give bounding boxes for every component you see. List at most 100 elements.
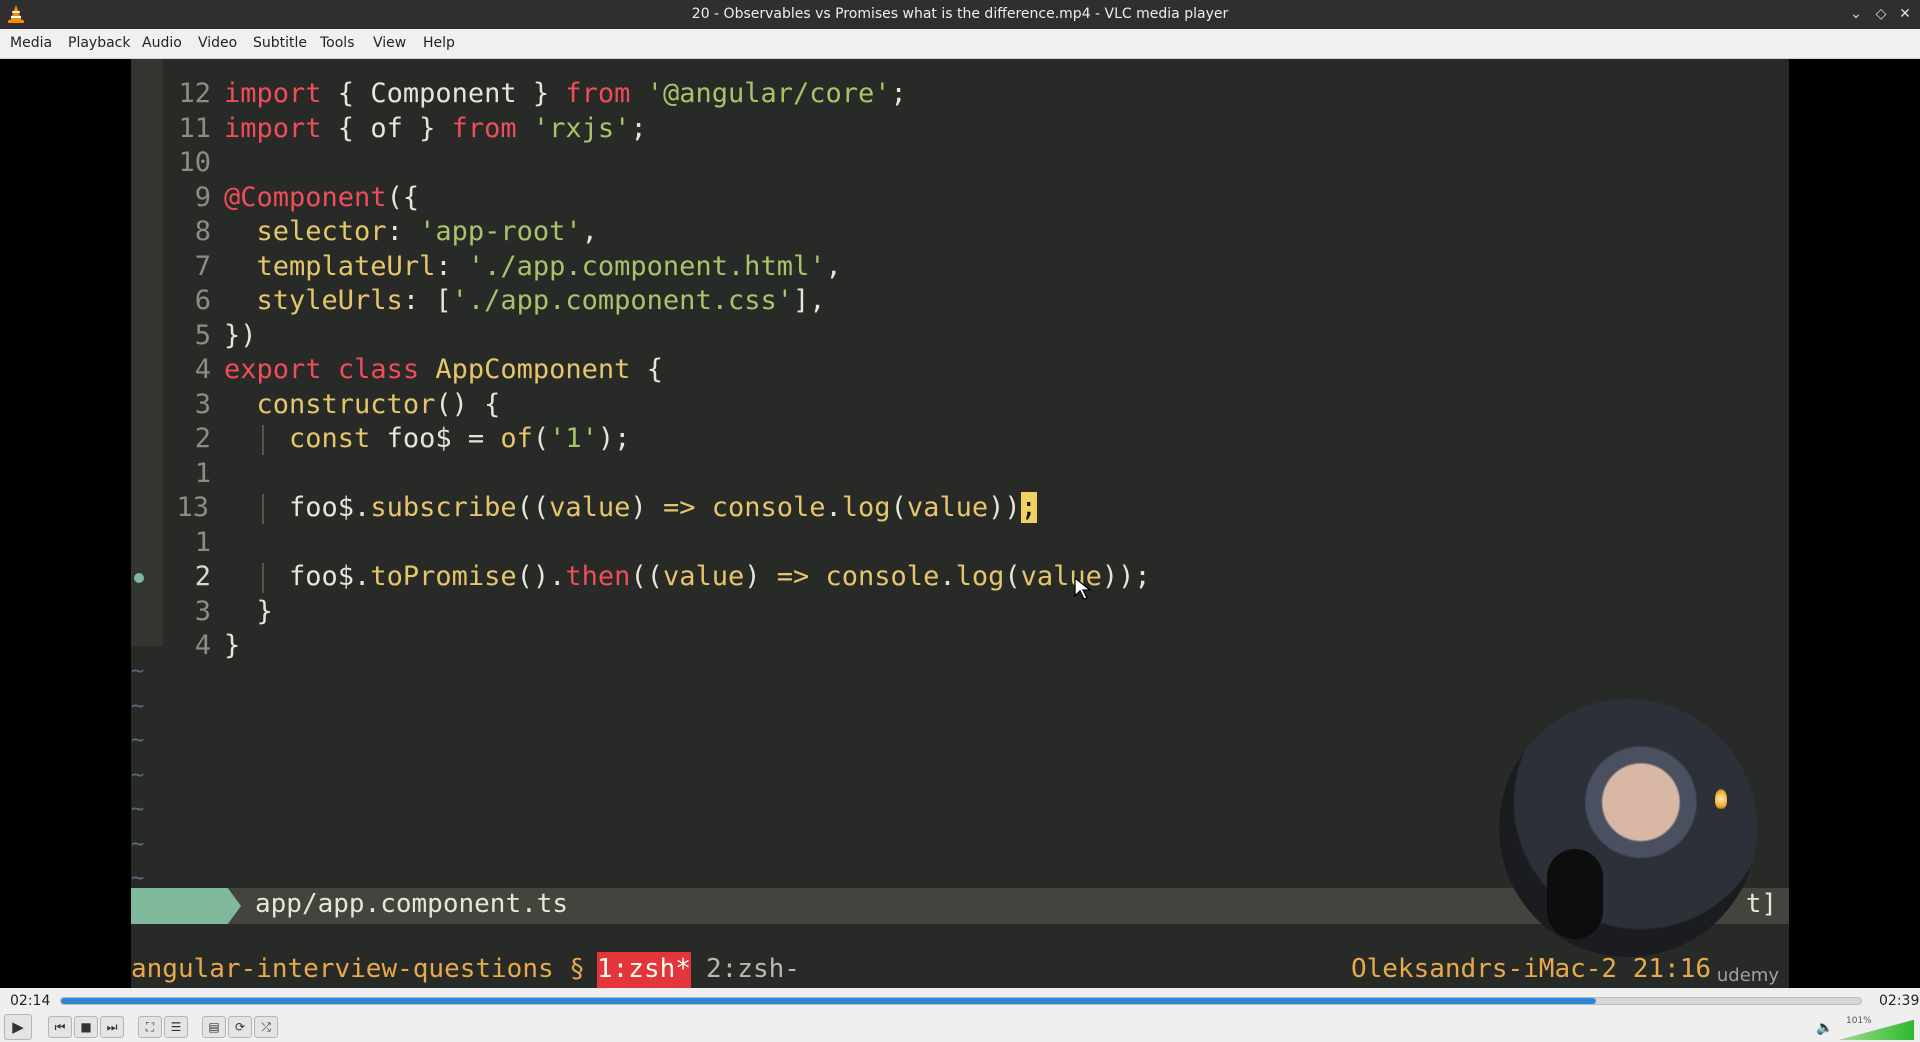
code-token: AppComponent — [435, 354, 631, 385]
fullscreen-icon: ⛶ — [145, 1020, 155, 1034]
code-token: templateUrl — [256, 250, 436, 282]
code-token: selector — [256, 216, 387, 247]
indent-guide — [262, 563, 264, 593]
line-number: 4 — [194, 630, 211, 661]
code-token: foo$. — [224, 492, 371, 523]
line-number: 6 — [194, 285, 211, 316]
code-line: foo$.subscribe((value) => console.log(va… — [224, 492, 1037, 526]
total-time: 02:39 — [1879, 993, 1920, 1009]
code-token: } — [224, 630, 241, 661]
menu-media[interactable]: Media — [10, 35, 52, 51]
menu-view[interactable]: View — [373, 35, 406, 51]
shuffle-icon: ⤮ — [261, 1020, 271, 1034]
tmux-window-active: 1:zsh* — [597, 952, 691, 988]
code-token: ; — [630, 112, 647, 144]
code-token: )) — [988, 492, 1021, 523]
shuffle-button[interactable]: ⤮ — [254, 1016, 278, 1038]
candle-flame — [1715, 789, 1727, 809]
stop-button[interactable]: ■ — [74, 1016, 98, 1038]
mode-indicator — [131, 888, 241, 924]
code-line: const foo$ = of('1'); — [224, 423, 630, 457]
code-token: const — [289, 423, 371, 454]
next-icon: ⏭ — [106, 1020, 118, 1034]
code-token: . — [939, 561, 956, 592]
code-line: @Component({ — [224, 182, 419, 216]
elapsed-time: 02:14 — [10, 993, 51, 1009]
line-number: 1 — [194, 457, 211, 489]
tilde-marker: ~ — [131, 728, 145, 753]
code-token: styleUrls — [256, 285, 403, 316]
seek-bar[interactable] — [60, 997, 1862, 1005]
playlist-button[interactable]: ▤ — [202, 1016, 226, 1038]
code-token: foo$ = — [370, 423, 501, 454]
code-token: ], — [792, 285, 826, 316]
fullscreen-button[interactable]: ⛶ — [138, 1016, 162, 1038]
mouse-pointer-icon — [1074, 577, 1092, 600]
status-right: t] — [1745, 889, 1777, 919]
code-token: value — [906, 492, 989, 523]
code-token: => — [776, 561, 810, 592]
code-token: ({ — [386, 181, 420, 213]
sign-dot — [134, 573, 144, 583]
close-icon[interactable]: ✕ — [1895, 4, 1915, 24]
title-bar: 20 - Observables vs Promises what is the… — [0, 0, 1920, 29]
next-button[interactable]: ⏭ — [100, 1016, 124, 1038]
code-token: ( — [890, 492, 907, 523]
menu-tools[interactable]: Tools — [320, 35, 355, 51]
previous-button[interactable]: ⏮ — [48, 1016, 72, 1038]
line-number: 10 — [178, 147, 211, 178]
indent-guide — [262, 425, 264, 455]
video-area[interactable]: 12 import { Component } from '@angular/co… — [0, 59, 1920, 988]
window-title: 20 - Observables vs Promises what is the… — [691, 6, 1229, 22]
maximize-icon[interactable]: ◇ — [1871, 4, 1891, 24]
code-token: 'app-root' — [419, 216, 582, 247]
code-token: => — [662, 492, 696, 523]
code-token: import — [224, 78, 322, 109]
play-button[interactable]: ▶ — [4, 1014, 32, 1040]
code-token: from — [451, 112, 517, 144]
menu-bar: Media Playback Audio Video Subtitle Tool… — [0, 29, 1920, 59]
tmux-host-clock: Oleksandrs-iMac-2 21:16 — [1350, 954, 1711, 984]
loop-button[interactable]: ⟳ — [228, 1016, 252, 1038]
menu-video[interactable]: Video — [198, 35, 237, 51]
line-number: 2 — [194, 423, 211, 454]
code-token: subscribe — [370, 492, 517, 523]
stop-icon: ■ — [80, 1020, 92, 1034]
code-token: 'rxjs' — [532, 112, 631, 144]
line-number: 3 — [194, 595, 211, 627]
speaker-icon[interactable]: 🔈 — [1816, 1020, 1833, 1036]
line-number: 4 — [194, 354, 211, 385]
code-token: ( — [1004, 561, 1021, 592]
menu-subtitle[interactable]: Subtitle — [253, 35, 307, 51]
menu-audio[interactable]: Audio — [142, 35, 182, 51]
playlist-icon: ▤ — [208, 1020, 220, 1034]
line-number: 12 — [178, 78, 211, 109]
code-token: , — [581, 216, 598, 247]
code-token: from — [565, 78, 631, 109]
code-token: { — [630, 354, 663, 385]
code-token: ( — [532, 423, 550, 454]
udemy-watermark: udemy — [1716, 965, 1779, 986]
code-line: selector: 'app-root', — [224, 216, 598, 250]
menu-playback[interactable]: Playback — [68, 35, 130, 51]
code-token: then — [565, 561, 631, 592]
code-line: } — [224, 630, 240, 664]
code-line: }) — [224, 320, 257, 354]
tmux-window: 2:zsh- — [706, 954, 800, 984]
code-line: import { Component } from '@angular/core… — [224, 78, 907, 112]
code-line: templateUrl: './app.component.html', — [224, 251, 842, 285]
volume-slider[interactable] — [1840, 1018, 1914, 1040]
code-token: '1' — [549, 423, 598, 454]
code-token: import — [224, 112, 322, 144]
menu-help[interactable]: Help — [423, 35, 455, 51]
minimize-icon[interactable]: ⌄ — [1846, 4, 1866, 24]
code-token: class — [337, 354, 420, 385]
line-number: 1 — [194, 526, 211, 558]
code-line: import { of } from 'rxjs'; — [224, 113, 647, 147]
tmux-statusbar: angular-interview-questions § 1:zsh* 2:z… — [131, 952, 1789, 988]
extended-settings-button[interactable]: ☰ — [164, 1016, 188, 1038]
code-token: '@angular/core' — [646, 78, 891, 109]
